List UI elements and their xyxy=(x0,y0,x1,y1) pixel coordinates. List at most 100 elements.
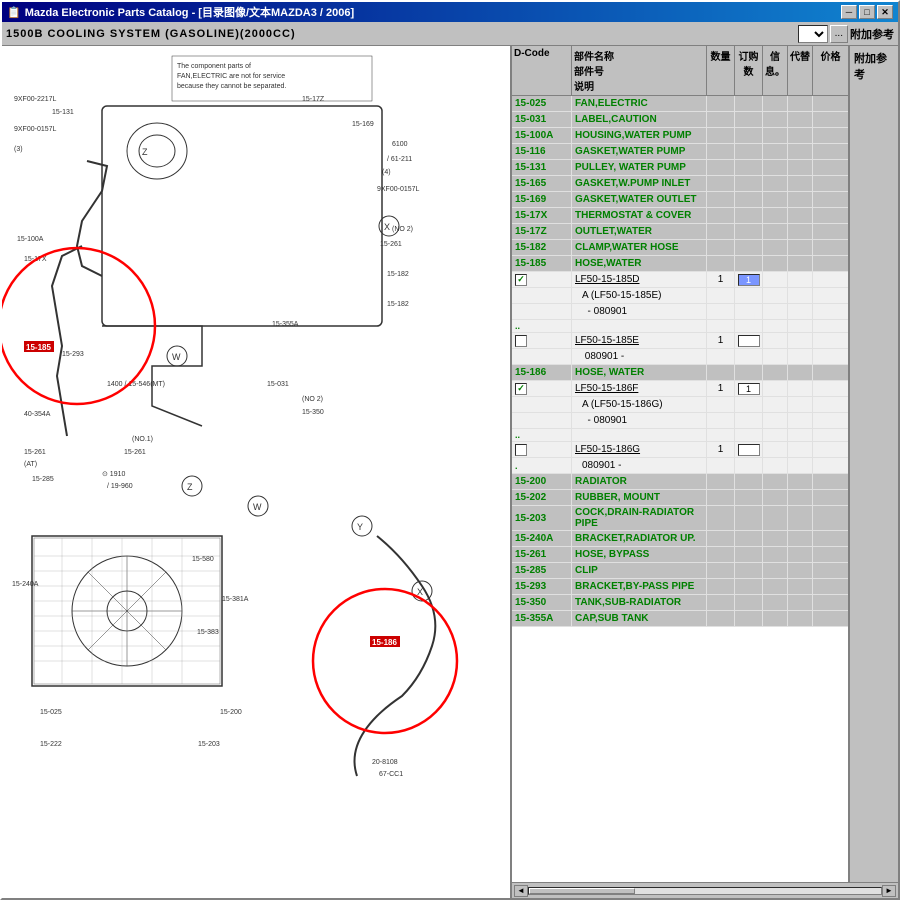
part-replace xyxy=(788,272,813,287)
header-info: 信息。 xyxy=(763,46,788,95)
part-number-link[interactable]: LF50-15-185E xyxy=(575,335,639,346)
main-content: The component parts of FAN,ELECTRIC are … xyxy=(2,46,898,898)
part-qty xyxy=(707,595,735,610)
part-order xyxy=(735,349,763,364)
part-dcode xyxy=(512,349,572,364)
list-item[interactable]: LF50-15-186G 1 xyxy=(512,442,848,458)
list-item[interactable]: LF50-15-185D 1 xyxy=(512,272,848,288)
list-item[interactable]: LF50-15-186F 1 xyxy=(512,381,848,397)
svg-text:Z: Z xyxy=(142,147,148,157)
part-order-input[interactable] xyxy=(735,381,763,396)
part-price xyxy=(813,579,848,594)
part-replace xyxy=(788,547,813,562)
part-order xyxy=(735,176,763,191)
list-item[interactable]: 15-293 BRACKET,BY-PASS PIPE xyxy=(512,579,848,595)
svg-text:X: X xyxy=(417,587,423,597)
svg-text:15-350: 15-350 xyxy=(302,409,324,416)
order-quantity-input[interactable] xyxy=(738,383,760,395)
list-item[interactable]: 15-200 RADIATOR xyxy=(512,474,848,490)
list-item[interactable]: 15-186 HOSE, WATER xyxy=(512,365,848,381)
parts-list[interactable]: 15-025 FAN,ELECTRIC 15-031 LABEL,CAUTION xyxy=(512,96,848,882)
part-order xyxy=(735,531,763,546)
list-item[interactable]: 15-17X THERMOSTAT & COVER xyxy=(512,208,848,224)
part-order-input[interactable] xyxy=(735,333,763,348)
part-qty xyxy=(707,349,735,364)
list-item[interactable]: 15-17Z OUTLET,WATER xyxy=(512,224,848,240)
part-checkbox[interactable] xyxy=(515,274,527,286)
svg-text:6100: 6100 xyxy=(392,141,408,148)
part-price xyxy=(813,563,848,578)
parts-scrollbar-track[interactable] xyxy=(528,887,882,895)
part-number-link[interactable]: LF50-15-185D xyxy=(575,274,639,285)
list-item[interactable]: 15-355A CAP,SUB TANK xyxy=(512,611,848,627)
list-item[interactable]: 15-025 FAN,ELECTRIC xyxy=(512,96,848,112)
part-price xyxy=(813,547,848,562)
part-info xyxy=(763,144,788,159)
toolbar-dropdown[interactable] xyxy=(798,25,828,43)
part-name: GASKET,W.PUMP INLET xyxy=(572,176,707,191)
part-order-input[interactable] xyxy=(735,272,763,287)
order-quantity-input[interactable] xyxy=(738,444,760,456)
parts-scrollbar-h[interactable]: ◄ ► xyxy=(512,882,898,898)
maximize-button[interactable]: □ xyxy=(859,5,875,19)
part-name: CAP,SUB TANK xyxy=(572,611,707,626)
list-item[interactable]: 15-240A BRACKET,RADIATOR UP. xyxy=(512,531,848,547)
parts-main: D-Code 部件名称 部件号 说明 数量 订购数 信息。 代替 价格 xyxy=(512,46,848,882)
order-quantity-input[interactable] xyxy=(738,335,760,347)
minimize-button[interactable]: ─ xyxy=(841,5,857,19)
part-dcode: .. xyxy=(512,429,572,441)
part-price xyxy=(813,304,848,319)
part-checkbox[interactable] xyxy=(515,335,527,347)
list-item[interactable]: 15-165 GASKET,W.PUMP INLET xyxy=(512,176,848,192)
parts-scroll-left-btn[interactable]: ◄ xyxy=(514,885,528,897)
extra-button[interactable]: ... xyxy=(830,25,848,43)
parts-scroll-right-btn[interactable]: ► xyxy=(882,885,896,897)
part-order xyxy=(735,458,763,473)
main-window: 📋 Mazda Electronic Parts Catalog - [目录图像… xyxy=(0,0,900,900)
list-item[interactable]: 15-203 COCK,DRAIN-RADIATOR PIPE xyxy=(512,506,848,531)
part-replace xyxy=(788,224,813,239)
part-replace xyxy=(788,611,813,626)
list-item[interactable]: 15-031 LABEL,CAUTION xyxy=(512,112,848,128)
list-item[interactable]: 15-131 PULLEY, WATER PUMP xyxy=(512,160,848,176)
list-item[interactable]: 15-285 CLIP xyxy=(512,563,848,579)
list-item[interactable]: 15-116 GASKET,WATER PUMP xyxy=(512,144,848,160)
part-qty xyxy=(707,397,735,412)
part-checkbox[interactable] xyxy=(515,444,527,456)
part-price xyxy=(813,490,848,505)
part-dcode: 15-261 xyxy=(512,547,572,562)
diagram-scroll[interactable]: The component parts of FAN,ELECTRIC are … xyxy=(2,46,510,898)
list-item[interactable]: 15-182 CLAMP,WATER HOSE xyxy=(512,240,848,256)
part-price xyxy=(813,365,848,380)
part-replace xyxy=(788,413,813,428)
part-info xyxy=(763,112,788,127)
list-item[interactable]: 15-169 GASKET,WATER OUTLET xyxy=(512,192,848,208)
part-number-link[interactable]: LF50-15-186F xyxy=(575,383,638,394)
part-info xyxy=(763,547,788,562)
part-name: - 080901 xyxy=(572,413,707,428)
list-item[interactable]: 15-185 HOSE,WATER xyxy=(512,256,848,272)
svg-text:W: W xyxy=(253,502,262,512)
list-item[interactable]: 15-100A HOUSING,WATER PUMP xyxy=(512,128,848,144)
part-name: COCK,DRAIN-RADIATOR PIPE xyxy=(572,506,707,530)
order-quantity-input[interactable] xyxy=(738,274,760,286)
part-price xyxy=(813,474,848,489)
list-item[interactable]: LF50-15-185E 1 xyxy=(512,333,848,349)
list-item[interactable]: 15-202 RUBBER, MOUNT xyxy=(512,490,848,506)
parts-scrollbar-thumb xyxy=(529,888,635,894)
svg-text:15-383: 15-383 xyxy=(197,629,219,636)
part-checkbox[interactable] xyxy=(515,383,527,395)
part-order xyxy=(735,256,763,271)
part-order-input[interactable] xyxy=(735,442,763,457)
part-order xyxy=(735,547,763,562)
part-name: CLIP xyxy=(572,563,707,578)
part-dcode: 15-350 xyxy=(512,595,572,610)
close-button[interactable]: ✕ xyxy=(877,5,893,19)
part-number-link[interactable]: LF50-15-186G xyxy=(575,444,640,455)
list-item[interactable]: 15-350 TANK,SUB-RADIATOR xyxy=(512,595,848,611)
svg-text:(4): (4) xyxy=(382,169,391,176)
part-price xyxy=(813,381,848,396)
list-item[interactable]: 15-261 HOSE, BYPASS xyxy=(512,547,848,563)
list-item: - 080901 xyxy=(512,304,848,320)
svg-text:FAN,ELECTRIC are not for servi: FAN,ELECTRIC are not for service xyxy=(177,73,285,80)
